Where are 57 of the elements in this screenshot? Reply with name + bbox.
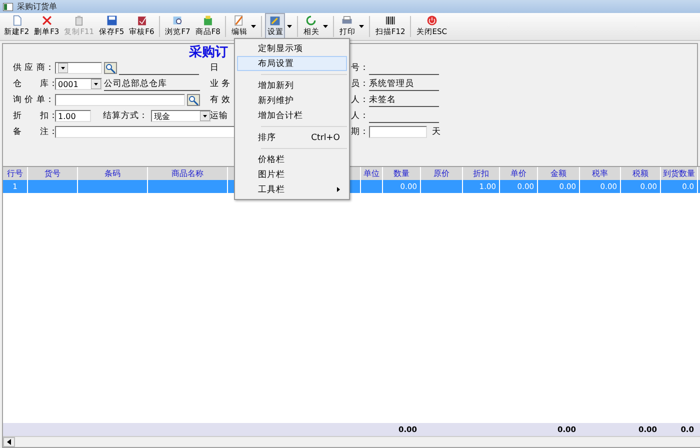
field-label: 日 <box>210 62 220 74</box>
shortcut-label: Ctrl+O <box>311 132 340 142</box>
field-label: 业 务 <box>210 78 232 90</box>
window-icon <box>3 2 13 10</box>
warehouse-combo[interactable]: 0001 <box>55 78 102 90</box>
horizontal-scrollbar[interactable] <box>3 436 700 447</box>
column-header[interactable]: 单位 <box>361 167 383 180</box>
caret-icon <box>323 25 328 28</box>
unit-label: 天 <box>432 126 442 138</box>
menu-item[interactable]: 定制显示项 <box>237 41 347 56</box>
close-icon <box>40 15 54 26</box>
field-label: 询 价 单： <box>13 94 53 106</box>
menu-item[interactable]: 价格栏 <box>237 152 347 167</box>
field-value: 未签名 <box>369 94 396 106</box>
field-label: 号： <box>351 62 367 74</box>
inquiry-field[interactable] <box>55 94 185 106</box>
scroll-left-button[interactable] <box>3 437 15 447</box>
menu-item[interactable]: 排序 Ctrl+O <box>237 130 347 145</box>
form-title: 采购订 <box>189 44 228 61</box>
field-label: 人： <box>351 94 367 106</box>
field-label: 仓 库： <box>13 78 53 90</box>
printer-icon <box>340 15 354 26</box>
menu-item[interactable]: 新列维护 <box>237 93 347 108</box>
field-label: 人： <box>351 110 367 122</box>
warehouse-name-field: 公司总部总仓库 <box>104 78 200 90</box>
dropdown-button[interactable] <box>91 79 101 89</box>
window-title: 采购订货单 <box>17 1 57 12</box>
column-header[interactable]: 到货数量 <box>661 167 698 180</box>
settlement-label: 结算方式： <box>103 110 149 122</box>
field-label: 运输 <box>210 110 229 122</box>
search-icon[interactable] <box>104 62 117 74</box>
barcode-icon <box>383 15 398 26</box>
discount-field[interactable]: 1.00 <box>55 110 91 122</box>
field-label: 折 扣： <box>13 110 53 122</box>
menu-item[interactable]: 增加新列 <box>237 78 347 93</box>
field-label: 有 效 <box>210 94 232 106</box>
field-label: 备 注： <box>13 126 53 138</box>
search-icon[interactable] <box>187 94 200 106</box>
days-field[interactable] <box>369 126 427 138</box>
dropdown-button[interactable] <box>58 63 68 73</box>
field-label: 员： <box>351 78 367 90</box>
menu-item[interactable]: 增加合计栏 <box>237 108 347 123</box>
caret-icon <box>287 25 292 28</box>
dropdown-button[interactable] <box>200 111 210 121</box>
left-arrow-icon <box>7 439 11 445</box>
menu-item[interactable]: 布局设置 <box>237 56 347 71</box>
field-label: 供 应 商： <box>13 62 53 74</box>
settlement-select[interactable]: 现金 <box>151 110 211 122</box>
caret-icon <box>251 25 256 28</box>
caret-icon <box>359 25 364 28</box>
power-icon <box>424 15 439 26</box>
submenu-arrow-icon <box>337 187 340 192</box>
field-value: 系统管理员 <box>369 78 414 90</box>
menu-item[interactable]: 图片栏 <box>237 167 347 182</box>
field-label: 期： <box>351 126 367 138</box>
refresh-icon <box>304 15 318 26</box>
supplier-combo[interactable] <box>55 62 102 74</box>
